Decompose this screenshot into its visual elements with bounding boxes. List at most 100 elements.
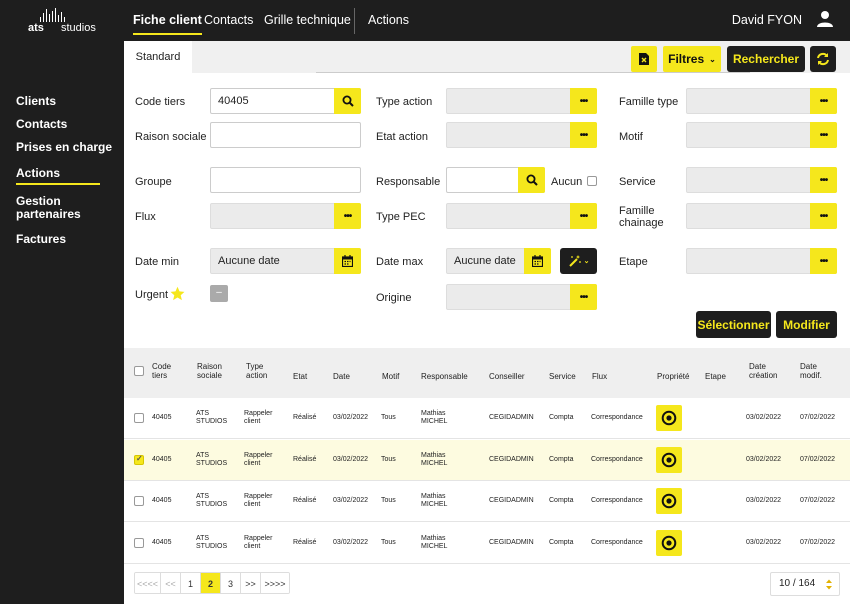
cell-motif: Tous	[381, 538, 396, 546]
motif-select[interactable]: •••	[686, 122, 837, 148]
nav-actions[interactable]: Actions	[368, 13, 409, 27]
famille-chainage-more-button[interactable]: •••	[810, 203, 837, 229]
row-checkbox[interactable]	[134, 413, 144, 423]
col-responsable[interactable]: Responsable	[421, 372, 468, 381]
etape-select[interactable]: •••	[686, 248, 837, 274]
pagination: <<<< << 1 2 3 >> >>>>	[134, 572, 290, 594]
propriete-button[interactable]	[656, 446, 682, 473]
refresh-icon	[817, 52, 829, 66]
propriete-button[interactable]	[656, 529, 682, 556]
table-row[interactable]: ✓ 40405 ATS STUDIOS Rappeler client Réalisé 0…	[124, 439, 850, 481]
origine-select[interactable]: •••	[446, 284, 597, 310]
sidebar-item-prises-en-charge[interactable]: Prises en charge	[16, 141, 112, 154]
raison-sociale-input[interactable]	[210, 122, 361, 148]
magic-wand-button[interactable]: ⌄	[560, 248, 597, 274]
type-pec-more-button[interactable]: •••	[570, 203, 597, 229]
col-date[interactable]: Date	[333, 372, 350, 381]
propriete-button[interactable]	[656, 488, 682, 514]
col-etat[interactable]: Etat	[293, 372, 307, 381]
famille-chainage-select[interactable]: •••	[686, 203, 837, 229]
cell-service: Compta	[549, 497, 574, 504]
tab-standard[interactable]: Standard	[124, 41, 192, 73]
date-max-input[interactable]: Aucune date	[446, 248, 551, 274]
search-icon	[342, 95, 354, 107]
logo-ats-text: ats	[28, 22, 44, 34]
last-page-button[interactable]: >>>>	[261, 573, 289, 593]
col-etape[interactable]: Etape	[705, 372, 726, 381]
cell-responsable: Mathias MICHEL	[421, 534, 448, 550]
nav-fiche-client[interactable]: Fiche client	[133, 13, 202, 35]
service-more-button[interactable]: •••	[810, 167, 837, 193]
table-row[interactable]: 40405 ATS STUDIOS Rappeler client Réalisé 03…	[124, 522, 850, 564]
nav-contacts[interactable]: Contacts	[204, 13, 253, 27]
col-code-tiers[interactable]: Code tiers	[152, 362, 182, 380]
sidebar-item-actions[interactable]: Actions	[16, 167, 101, 185]
first-page-button[interactable]: <<<<	[135, 573, 161, 593]
aucun-checkbox[interactable]	[587, 176, 597, 186]
col-propriete[interactable]: Propriété	[657, 372, 689, 381]
refresh-button[interactable]	[810, 46, 836, 72]
sidebar-item-contacts[interactable]: Contacts	[16, 118, 67, 131]
user-name[interactable]: David FYON	[732, 13, 802, 27]
row-checkbox[interactable]	[134, 537, 144, 548]
etat-action-select[interactable]: •••	[446, 122, 597, 148]
page-3-button[interactable]: 3	[221, 573, 241, 593]
date-min-input[interactable]: Aucune date	[210, 248, 361, 274]
urgent-toggle[interactable]: –	[210, 285, 228, 302]
filters-button[interactable]: Filtres ⌄	[663, 46, 721, 72]
select-all-checkbox[interactable]	[134, 366, 144, 376]
type-action-more-button[interactable]: •••	[570, 88, 597, 114]
date-max-calendar-button[interactable]	[524, 248, 551, 274]
search-button[interactable]: Rechercher	[727, 46, 805, 72]
sidebar-item-factures[interactable]: Factures	[16, 233, 66, 246]
code-tiers-search-button[interactable]	[334, 88, 361, 114]
select-button[interactable]: Sélectionner	[696, 311, 771, 338]
etat-action-more-button[interactable]: •••	[570, 122, 597, 148]
groupe-input[interactable]	[210, 167, 361, 193]
responsable-input[interactable]	[446, 167, 545, 193]
date-min-calendar-button[interactable]	[334, 248, 361, 274]
col-flux[interactable]: Flux	[592, 372, 607, 381]
col-raison-sociale[interactable]: Raison sociale	[197, 362, 233, 380]
col-service[interactable]: Service	[549, 372, 576, 381]
col-motif[interactable]: Motif	[382, 372, 399, 381]
nav-grille-technique[interactable]: Grille technique	[264, 13, 351, 27]
type-pec-select[interactable]: •••	[446, 203, 597, 229]
motif-more-button[interactable]: •••	[810, 122, 837, 148]
page-2-button[interactable]: 2	[201, 573, 221, 593]
next-page-button[interactable]: >>	[241, 573, 261, 593]
user-icon[interactable]	[816, 10, 834, 28]
flux-select[interactable]: •••	[210, 203, 361, 229]
code-tiers-input[interactable]: 40405	[210, 88, 361, 114]
tab-underline	[316, 72, 750, 73]
export-button[interactable]	[631, 46, 657, 72]
table-row[interactable]: 40405 ATS STUDIOS Rappeler client Réalisé 03…	[124, 398, 850, 439]
col-date-creation[interactable]: Date création	[749, 362, 783, 380]
col-date-modif[interactable]: Date modif.	[800, 362, 834, 380]
table-header: Code tiers Raison sociale Type action Et…	[124, 348, 850, 398]
row-checkbox[interactable]	[134, 496, 144, 506]
etape-more-button[interactable]: •••	[810, 248, 837, 274]
sidebar-item-clients[interactable]: Clients	[16, 95, 56, 108]
cell-raison-sociale: ATS STUDIOS	[196, 493, 228, 508]
col-conseiller[interactable]: Conseiller	[489, 372, 525, 381]
modify-button[interactable]: Modifier	[776, 311, 837, 338]
prev-page-button[interactable]: <<	[161, 573, 181, 593]
service-select[interactable]: •••	[686, 167, 837, 193]
groupe-label: Groupe	[135, 176, 172, 188]
flux-more-button[interactable]: •••	[334, 203, 361, 229]
origine-more-button[interactable]: •••	[570, 284, 597, 310]
type-action-select[interactable]: •••	[446, 88, 597, 114]
row-checkbox[interactable]: ✓	[134, 454, 144, 465]
table-row[interactable]: 40405 ATS STUDIOS Rappeler client Réalisé 03…	[124, 481, 850, 522]
sidebar-item-gestion-partenaires[interactable]: Gestion partenaires	[16, 195, 96, 221]
responsable-search-button[interactable]	[518, 167, 545, 193]
propriete-button[interactable]	[656, 405, 682, 431]
famille-type-more-button[interactable]: •••	[810, 88, 837, 114]
col-type-action[interactable]: Type action	[246, 362, 276, 380]
page-1-button[interactable]: 1	[181, 573, 201, 593]
motif-label: Motif	[619, 131, 643, 143]
page-size-select[interactable]: 10 / 164	[770, 572, 840, 596]
ats-studios-logo[interactable]: ats studios	[28, 8, 98, 36]
famille-type-select[interactable]: •••	[686, 88, 837, 114]
